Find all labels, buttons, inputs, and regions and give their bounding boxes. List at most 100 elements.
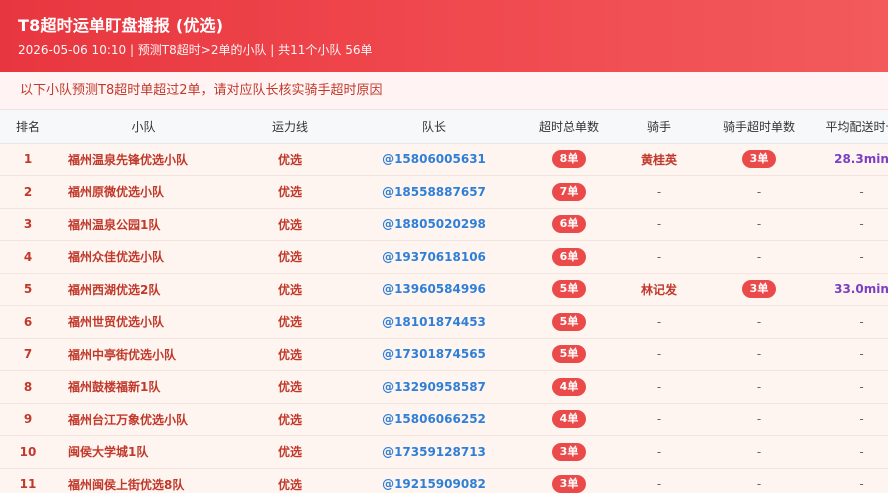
leader-mention-link[interactable]: @18805020298 — [349, 208, 519, 241]
rider-timeout-cell: - — [699, 435, 819, 469]
timeout-total-badge: 5单 — [552, 312, 586, 331]
col-rider-count-header: 骑手超时单数 — [699, 110, 819, 144]
col-leader-header: 队长 — [349, 110, 519, 144]
rank-cell: 3 — [0, 208, 56, 241]
rider-timeout-badge: 3单 — [742, 280, 776, 299]
timeout-total-badge: 5单 — [552, 280, 586, 299]
capacity-line-cell: 优选 — [231, 273, 349, 306]
rider-timeout-badge: 3单 — [742, 150, 776, 169]
timeout-total-cell: 5单 — [519, 305, 619, 339]
rider-timeout-cell: - — [699, 468, 819, 493]
leader-mention-link[interactable]: @19370618106 — [349, 240, 519, 274]
table-row: 11 福州闽侯上街优选8队 优选 @19215909082 3单 - - - — [0, 468, 888, 493]
col-line-header: 运力线 — [231, 110, 349, 144]
rider-timeout-cell: - — [699, 208, 819, 241]
avg-delivery-cell: - — [819, 305, 888, 339]
team-name-cell: 福州西湖优选2队 — [56, 273, 231, 306]
timeout-total-cell: 3单 — [519, 468, 619, 493]
timeout-total-badge: 6单 — [552, 247, 586, 266]
leader-mention-link[interactable]: @13290958587 — [349, 370, 519, 404]
table-row: 8 福州鼓楼福新1队 优选 @13290958587 4单 - - - — [0, 370, 888, 404]
rank-cell: 5 — [0, 273, 56, 306]
timeout-total-cell: 6单 — [519, 240, 619, 274]
timeout-total-badge: 4单 — [552, 377, 586, 396]
report-header: T8超时运单盯盘播报 (优选) 2026-05-06 10:10 | 预测T8超… — [0, 0, 888, 72]
rider-timeout-cell: 3单 — [699, 143, 819, 176]
timeout-total-badge: 5单 — [552, 345, 586, 364]
leader-mention-link[interactable]: @13960584996 — [349, 273, 519, 306]
avg-delivery-cell: - — [819, 338, 888, 371]
rider-cell: - — [619, 305, 699, 339]
capacity-line-cell: 优选 — [231, 175, 349, 209]
team-name-cell: 福州原微优选小队 — [56, 175, 231, 209]
capacity-line-cell: 优选 — [231, 468, 349, 493]
timeout-total-badge: 4单 — [552, 410, 586, 429]
timeout-total-badge: 7单 — [552, 182, 586, 201]
capacity-line-cell: 优选 — [231, 143, 349, 176]
capacity-line-cell: 优选 — [231, 208, 349, 241]
team-name-cell: 福州世贸优选小队 — [56, 305, 231, 339]
table-body: 1 福州温泉先锋优选小队 优选 @15806005631 8单 黄桂英 3单 28.3min 2… — [0, 143, 888, 493]
leader-mention-link[interactable]: @15806005631 — [349, 143, 519, 176]
capacity-line-cell: 优选 — [231, 403, 349, 436]
rank-cell: 11 — [0, 468, 56, 493]
leader-mention-link[interactable]: @18101874453 — [349, 305, 519, 339]
table-row: 4 福州众佳优选小队 优选 @19370618106 6单 - - - — [0, 240, 888, 274]
table-row: 9 福州台江万象优选小队 优选 @15806066252 4单 - - - — [0, 403, 888, 436]
avg-delivery-cell: - — [819, 370, 888, 404]
table-row: 10 闽侯大学城1队 优选 @17359128713 3单 - - - — [0, 435, 888, 469]
col-avg-header: 平均配送时长 — [819, 110, 888, 144]
timeout-total-badge: 8单 — [552, 150, 586, 169]
leader-mention-link[interactable]: @18558887657 — [349, 175, 519, 209]
table-row: 7 福州中亭街优选小队 优选 @17301874565 5单 - - - — [0, 338, 888, 371]
report-subtitle: 2026-05-06 10:10 | 预测T8超时>2单的小队 | 共11个小队… — [18, 43, 373, 57]
leader-mention-link[interactable]: @19215909082 — [349, 468, 519, 493]
leader-mention-link[interactable]: @17359128713 — [349, 435, 519, 469]
col-rank-header: 排名 — [0, 110, 56, 144]
timeout-total-cell: 6单 — [519, 208, 619, 241]
report-title: T8超时运单盯盘播报 (优选) — [18, 16, 224, 35]
rider-cell: - — [619, 208, 699, 241]
avg-delivery-cell: - — [819, 175, 888, 209]
notice-banner: 以下小队预测T8超时单超过2单，请对应队长核实骑手超时原因 — [0, 72, 888, 110]
rider-cell: - — [619, 403, 699, 436]
leader-mention-link[interactable]: @15806066252 — [349, 403, 519, 436]
timeout-total-cell: 7单 — [519, 175, 619, 209]
timeout-total-cell: 3单 — [519, 435, 619, 469]
rider-cell: - — [619, 435, 699, 469]
team-name-cell: 福州闽侯上街优选8队 — [56, 468, 231, 493]
rank-cell: 2 — [0, 175, 56, 209]
rider-timeout-cell: - — [699, 240, 819, 274]
avg-delivery-cell: - — [819, 435, 888, 469]
avg-delivery-cell: - — [819, 403, 888, 436]
leader-mention-link[interactable]: @17301874565 — [349, 338, 519, 371]
rider-cell: - — [619, 468, 699, 493]
col-total-header: 超时总单数 — [519, 110, 619, 144]
rider-cell: - — [619, 175, 699, 209]
rider-cell: - — [619, 370, 699, 404]
timeout-total-badge: 3单 — [552, 475, 586, 493]
avg-delivery-cell: - — [819, 240, 888, 274]
table-row: 5 福州西湖优选2队 优选 @13960584996 5单 林记发 3单 33.0min — [0, 273, 888, 306]
team-name-cell: 福州温泉公园1队 — [56, 208, 231, 241]
table-row: 1 福州温泉先锋优选小队 优选 @15806005631 8单 黄桂英 3单 28.3min — [0, 143, 888, 176]
rider-timeout-cell: - — [699, 370, 819, 404]
table-row: 6 福州世贸优选小队 优选 @18101874453 5单 - - - — [0, 305, 888, 339]
capacity-line-cell: 优选 — [231, 240, 349, 274]
capacity-line-cell: 优选 — [231, 305, 349, 339]
avg-delivery-cell: - — [819, 468, 888, 493]
timeout-total-cell: 5单 — [519, 338, 619, 371]
timeout-total-cell: 4单 — [519, 403, 619, 436]
rank-cell: 9 — [0, 403, 56, 436]
timeout-total-cell: 8单 — [519, 143, 619, 176]
team-name-cell: 闽侯大学城1队 — [56, 435, 231, 469]
capacity-line-cell: 优选 — [231, 435, 349, 469]
capacity-line-cell: 优选 — [231, 370, 349, 404]
col-rider-header: 骑手 — [619, 110, 699, 144]
table-header-row: 排名小队运力线队长超时总单数骑手骑手超时单数平均配送时长 — [0, 110, 888, 144]
rank-cell: 8 — [0, 370, 56, 404]
avg-delivery-cell: 33.0min — [819, 273, 888, 306]
team-name-cell: 福州众佳优选小队 — [56, 240, 231, 274]
team-name-cell: 福州温泉先锋优选小队 — [56, 143, 231, 176]
timeout-total-badge: 3单 — [552, 442, 586, 461]
